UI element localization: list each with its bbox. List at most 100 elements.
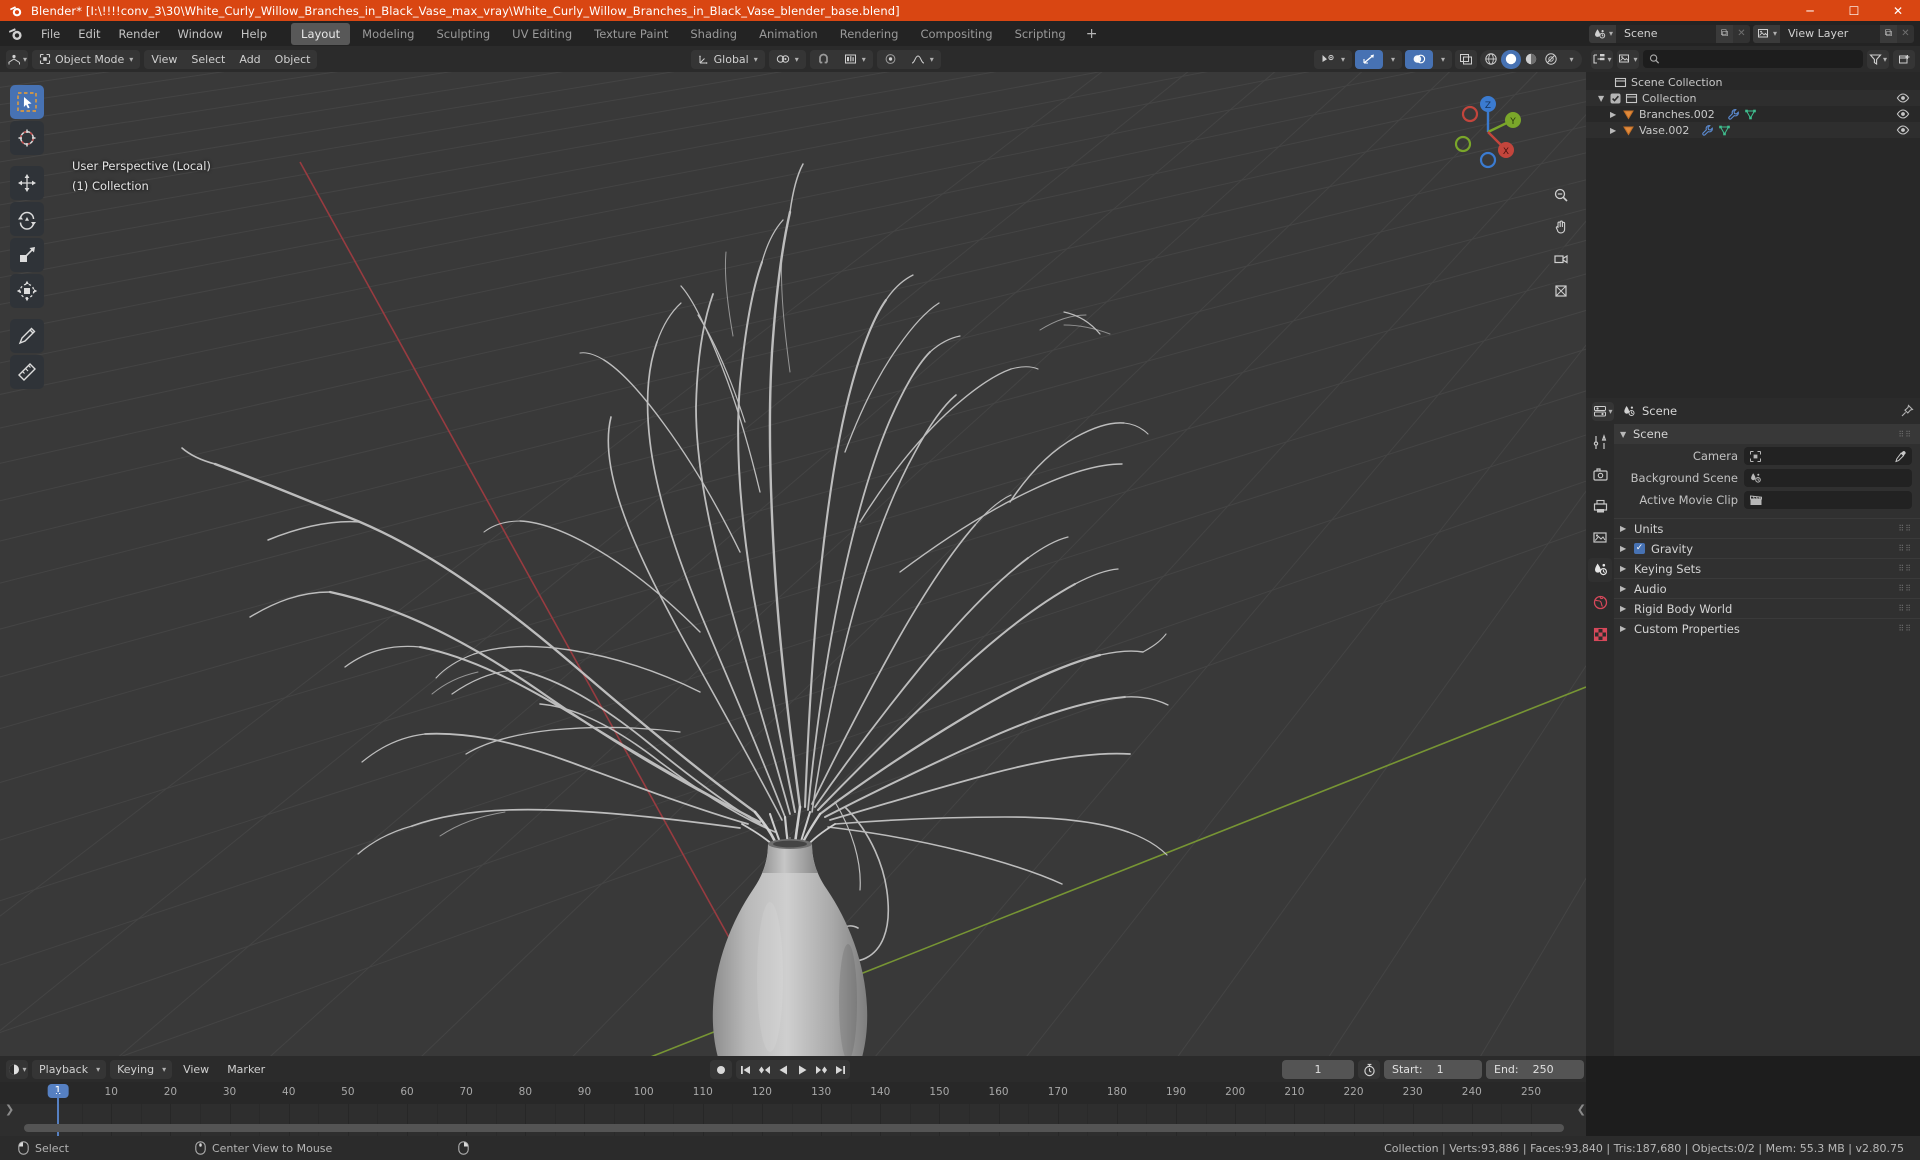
camera-view-icon[interactable] [1548,246,1574,272]
new-view-layer-button[interactable]: ⧉ [1880,24,1897,43]
shading-rendered-button[interactable] [1541,50,1561,69]
mode-dropdown[interactable]: Object Mode ▾ [32,50,140,69]
modifier-wrench-icon[interactable] [1727,108,1740,121]
annotate-tool[interactable] [10,319,44,353]
remove-view-layer-button[interactable]: ✕ [1897,24,1914,43]
viewport-menu-add[interactable]: Add [232,50,267,69]
scale-tool[interactable] [10,238,44,272]
close-button[interactable]: ✕ [1876,0,1920,21]
tweak-select-box-tool[interactable] [10,85,44,119]
gravity-panel-header[interactable]: ▶ ✓ Gravity ⠿⠿ [1614,538,1920,558]
viewport-menu-view[interactable]: View [144,50,184,69]
timeline-expand-left-icon[interactable]: ❯ [5,1103,14,1116]
workspace-tab-modeling[interactable]: Modeling [352,23,424,45]
vase-expander[interactable]: ▶ [1610,126,1618,135]
workspace-tab-animation[interactable]: Animation [749,23,828,45]
minimize-button[interactable]: ─ [1788,0,1832,21]
timeline-menu-marker[interactable]: Marker [220,1060,272,1079]
collection-checkbox[interactable] [1610,93,1621,104]
snap-target-dropdown[interactable]: ▾ [837,50,873,69]
workspace-tab-shading[interactable]: Shading [680,23,747,45]
custom-properties-panel-header[interactable]: ▶ Custom Properties ⠿⠿ [1614,618,1920,638]
timeline-menu-playback[interactable]: Playback [32,1060,95,1079]
hand-move-icon[interactable] [1548,214,1574,240]
navigation-gizmo[interactable]: Z Y X [1448,92,1528,172]
overlays-dropdown[interactable]: ▾ [1433,50,1452,69]
outliner-filter-icon[interactable]: ▾ [1867,49,1889,69]
modifier-wrench-icon[interactable] [1701,124,1714,137]
move-tool[interactable] [10,166,44,200]
new-scene-button[interactable]: ⧉ [1715,24,1733,43]
record-icon[interactable] [710,1060,732,1079]
scene-panel-header[interactable]: ▼ Scene ⠿⠿ [1614,424,1920,444]
timeline-menu-view[interactable]: View [176,1060,216,1079]
rotate-tool[interactable] [10,202,44,236]
current-frame-field[interactable]: 1 [1282,1060,1354,1079]
workspace-tab-sculpting[interactable]: Sculpting [426,23,500,45]
scene-dropdown-caret[interactable]: ▾ [1609,29,1613,38]
outliner-search-box[interactable] [1643,50,1863,68]
scene-datablock[interactable]: ▾ Scene ⧉ ✕ [1588,24,1750,43]
view-layer-datablock[interactable]: ▾ View Layer ⧉ ✕ [1752,24,1914,43]
zoom-icon[interactable] [1548,182,1574,208]
jump-start-icon[interactable] [736,1060,755,1079]
gizmo-dropdown[interactable]: ▾ [1383,50,1402,69]
properties-tab-view-layer[interactable] [1588,526,1612,550]
cursor-tool[interactable] [10,121,44,155]
properties-editor-type-icon[interactable]: ▾ [1592,401,1614,421]
3d-viewport[interactable]: User Perspective (Local) (1) Collection … [0,72,1586,1056]
camera-field[interactable] [1744,447,1912,465]
outliner-row-scene-collection[interactable]: Scene Collection [1586,74,1920,90]
workspace-tab-uv-editing[interactable]: UV Editing [502,23,582,45]
outliner-display-mode-icon[interactable]: ▾ [1617,49,1639,69]
overlays-toggle[interactable] [1404,49,1433,69]
workspace-tab-texture-paint[interactable]: Texture Paint [584,23,678,45]
view-layer-name[interactable]: View Layer [1780,24,1880,43]
prev-keyframe-icon[interactable] [755,1060,774,1079]
play-reverse-icon[interactable] [774,1060,793,1079]
properties-tab-scene[interactable] [1588,558,1612,582]
outliner-search-input[interactable] [1665,52,1857,66]
branches-visibility-eye-icon[interactable] [1896,107,1910,121]
xray-toggle[interactable] [1455,49,1477,69]
menu-help[interactable]: Help [232,24,276,44]
gizmo-toggle[interactable] [1354,49,1383,69]
transform-tool[interactable] [10,274,44,308]
menu-edit[interactable]: Edit [69,24,109,44]
keying-sets-panel-header[interactable]: ▶ Keying Sets ⠿⠿ [1614,558,1920,578]
view-layer-dropdown-caret[interactable]: ▾ [1773,29,1777,38]
play-icon[interactable] [793,1060,812,1079]
outliner-editor-type-icon[interactable]: ▾ [1591,49,1613,69]
outliner-row-collection[interactable]: ▼ Collection [1586,90,1920,106]
pin-icon[interactable] [1900,404,1914,418]
falloff-dropdown[interactable]: ▾ [904,50,941,69]
measure-tool[interactable] [10,355,44,389]
properties-tab-output[interactable] [1588,494,1612,518]
rigid-body-world-panel-header[interactable]: ▶ Rigid Body World ⠿⠿ [1614,598,1920,618]
end-frame-field[interactable]: End: 250 [1486,1060,1584,1079]
timeline-horizontal-scrollbar[interactable] [24,1124,1564,1132]
shading-dropdown[interactable]: ▾ [1561,50,1581,69]
jump-end-icon[interactable] [831,1060,850,1079]
audio-panel-header[interactable]: ▶ Audio ⠿⠿ [1614,578,1920,598]
shading-wireframe-button[interactable] [1481,50,1501,69]
properties-tab-render[interactable] [1588,462,1612,486]
mesh-data-icon[interactable] [1718,124,1731,137]
menu-render[interactable]: Render [110,24,169,44]
branches-expander[interactable]: ▶ [1610,110,1618,119]
timeline-menu-keying[interactable]: Keying [110,1060,161,1079]
mode-caret[interactable]: ▾ [129,55,133,64]
outliner-row-vase[interactable]: ▶ Vase.002 [1586,122,1920,138]
blender-menu-icon[interactable] [8,26,24,42]
properties-tab-texture[interactable] [1588,622,1612,646]
outliner-row-branches[interactable]: ▶ Branches.002 [1586,106,1920,122]
new-collection-icon[interactable] [1893,49,1915,69]
pivot-point-selector[interactable]: ▾ [768,49,806,69]
menu-file[interactable]: File [32,24,69,44]
viewport-menu-select[interactable]: Select [184,50,232,69]
gizmo-group[interactable]: ▾ [1354,49,1402,69]
active-movie-clip-field[interactable] [1744,491,1912,509]
maximize-button[interactable]: ☐ [1832,0,1876,21]
scene-name[interactable]: Scene [1615,24,1716,43]
editor-type-3dview-icon[interactable]: ▾ [6,49,28,69]
